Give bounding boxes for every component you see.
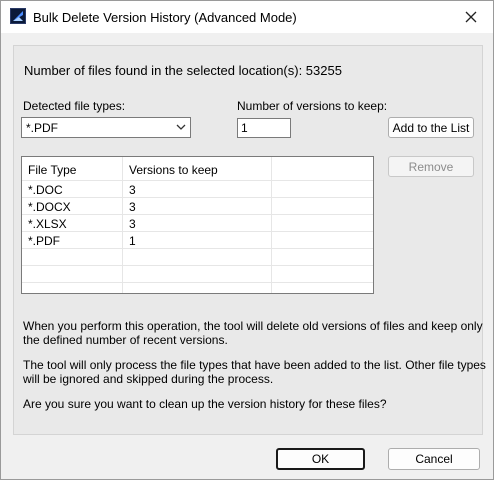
cell-file-type: *.DOC <box>28 183 63 197</box>
versions-to-keep-label: Number of versions to keep: <box>237 99 388 113</box>
file-type-table[interactable]: File Type Versions to keep *.DOC 3 *.DOC… <box>21 156 374 294</box>
table-header: File Type Versions to keep <box>22 157 373 181</box>
cell-file-type: *.XLSX <box>28 217 67 231</box>
table-row[interactable]: *.PDF 1 <box>22 232 373 249</box>
table-row[interactable]: *.DOCX 3 <box>22 198 373 215</box>
cell-versions: 3 <box>129 183 136 197</box>
info-text-operation-2: the defined number of recent versions. <box>23 333 228 347</box>
info-text-filetypes-1: The tool will only process the file type… <box>23 358 486 372</box>
detected-file-types-label: Detected file types: <box>23 99 126 113</box>
info-text-operation-1: When you perform this operation, the too… <box>23 319 483 333</box>
chevron-down-icon <box>176 124 186 130</box>
file-type-selected: *.PDF <box>26 121 59 135</box>
ok-button[interactable]: OK <box>276 448 365 470</box>
title-bar: Bulk Delete Version History (Advanced Mo… <box>1 1 493 33</box>
cell-versions: 3 <box>129 217 136 231</box>
versions-to-keep-input[interactable] <box>237 118 291 138</box>
table-row[interactable]: *.DOC 3 <box>22 181 373 198</box>
confirm-question-text: Are you sure you want to clean up the ve… <box>23 397 387 411</box>
table-row[interactable]: *.XLSX 3 <box>22 215 373 232</box>
app-icon <box>10 8 26 24</box>
table-row-empty <box>22 283 373 293</box>
cell-versions: 3 <box>129 200 136 214</box>
close-icon <box>465 11 477 23</box>
remove-button[interactable]: Remove <box>388 156 474 177</box>
files-found-text: Number of files found in the selected lo… <box>24 63 342 78</box>
add-to-list-button[interactable]: Add to the List <box>388 117 474 138</box>
cancel-button[interactable]: Cancel <box>388 448 480 470</box>
table-row-empty <box>22 266 373 283</box>
cell-file-type: *.DOCX <box>28 200 71 214</box>
cell-versions: 1 <box>129 234 136 248</box>
close-button[interactable] <box>449 1 493 33</box>
table-row-empty <box>22 249 373 266</box>
column-header-file-type: File Type <box>28 163 77 177</box>
cell-file-type: *.PDF <box>28 234 61 248</box>
dialog-window: Bulk Delete Version History (Advanced Mo… <box>0 0 494 480</box>
column-header-versions: Versions to keep <box>129 163 218 177</box>
info-text-filetypes-2: will be ignored and skipped during the p… <box>23 372 274 386</box>
window-title: Bulk Delete Version History (Advanced Mo… <box>33 10 297 25</box>
file-type-dropdown[interactable]: *.PDF <box>21 117 191 138</box>
